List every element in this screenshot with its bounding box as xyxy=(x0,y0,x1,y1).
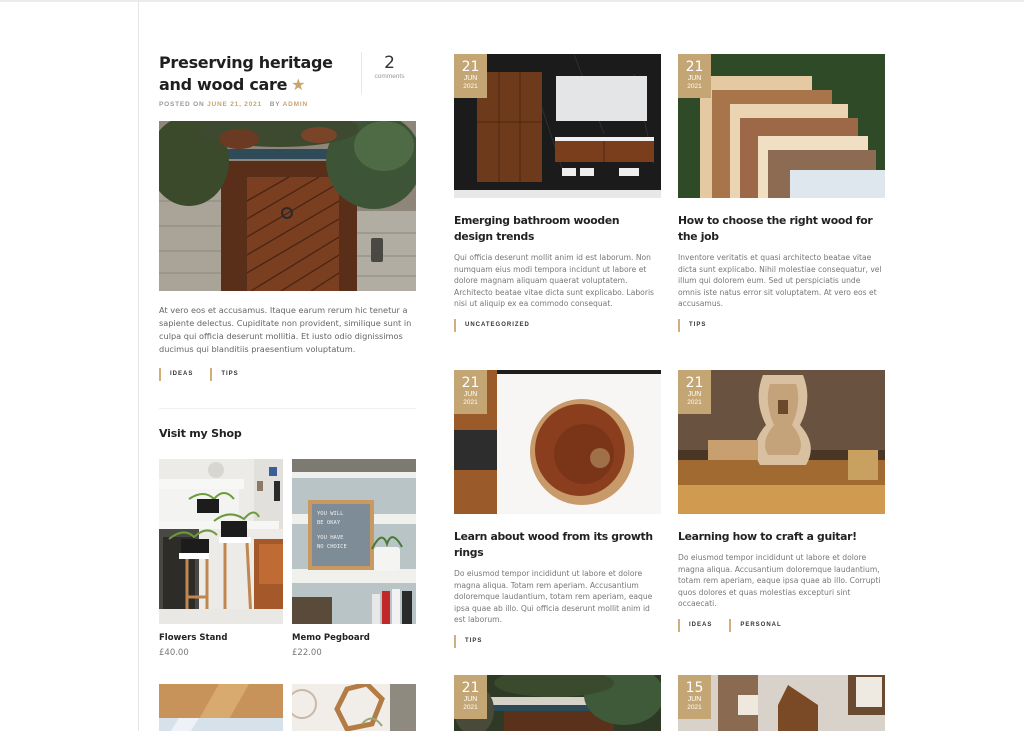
featured-post-title[interactable]: Preserving heritage and wood care ★ xyxy=(159,52,349,96)
date-badge: 21 JUN 2021 xyxy=(454,54,487,98)
section-divider xyxy=(159,408,416,409)
comments-count[interactable]: 2 comments xyxy=(361,52,417,94)
post-card: 21 JUN 2021 How to choose the right wood… xyxy=(678,54,885,332)
comments-label: comments xyxy=(374,73,405,80)
product-name[interactable]: Memo Pegboard xyxy=(292,633,416,643)
svg-text:YOU WILL: YOU WILL xyxy=(317,511,344,517)
sidebar-divider xyxy=(138,0,139,731)
tag-link[interactable]: TIPS xyxy=(454,634,491,648)
post-image[interactable]: 21 JUN 2021 xyxy=(678,370,885,514)
post-card: 21 JUN 2021 Learn about wood from its gr… xyxy=(454,370,661,648)
top-border xyxy=(0,0,1024,2)
product-image[interactable] xyxy=(159,684,283,731)
product-price: £40.00 xyxy=(159,648,189,658)
post-tags: TIPS xyxy=(678,318,885,332)
featured-post-excerpt: At vero eos et accusamus. Itaque earum r… xyxy=(159,305,412,354)
date-badge: 21 JUN 2021 xyxy=(678,370,711,414)
post-card: 15 JUN 2021 xyxy=(678,675,885,731)
post-excerpt: Do eiusmod tempor incididunt ut labore e… xyxy=(678,553,881,609)
post-image[interactable]: 15 JUN 2021 xyxy=(678,675,885,731)
post-excerpt: Qui officia deserunt mollit anim id est … xyxy=(454,253,655,309)
post-tags: UNCATEGORIZED xyxy=(454,318,661,332)
post-excerpt: Inventore veritatis et quasi architecto … xyxy=(678,253,882,309)
post-card: 21 JUN 2021 Emerging bathroom wooden des… xyxy=(454,54,661,332)
date-badge: 21 JUN 2021 xyxy=(454,370,487,414)
product-image[interactable] xyxy=(159,459,283,624)
post-excerpt: Do eiusmod tempor incididunt ut labore e… xyxy=(454,569,653,625)
tag-link[interactable]: IDEAS xyxy=(159,368,202,381)
product-image[interactable] xyxy=(292,684,416,731)
featured-post: Preserving heritage and wood care ★ 2 com… xyxy=(159,52,416,381)
star-icon: ★ xyxy=(291,75,306,94)
product-card[interactable]: YOU WILL BE OKAY YOU HAVE NO CHOICE Memo… xyxy=(292,459,416,658)
svg-text:NO CHOICE: NO CHOICE xyxy=(317,544,347,550)
product-image[interactable]: YOU WILL BE OKAY YOU HAVE NO CHOICE xyxy=(292,459,416,624)
tag-link[interactable]: TIPS xyxy=(678,318,715,332)
post-title[interactable]: Learn about wood from its growth rings xyxy=(454,529,661,561)
date-badge: 21 JUN 2021 xyxy=(454,675,487,719)
post-image[interactable]: 21 JUN 2021 xyxy=(454,54,661,198)
post-title[interactable]: Learning how to craft a guitar! xyxy=(678,529,885,545)
post-image[interactable]: 21 JUN 2021 xyxy=(454,370,661,514)
svg-text:YOU HAVE: YOU HAVE xyxy=(317,535,344,541)
post-image[interactable]: 21 JUN 2021 xyxy=(454,675,661,731)
product-price: £22.00 xyxy=(292,648,322,658)
featured-post-tags: IDEAS TIPS xyxy=(159,368,416,381)
post-meta: POSTED ON JUNE 21, 2021 BY ADMIN xyxy=(159,101,308,108)
shop-section-title: Visit my Shop xyxy=(159,427,242,440)
post-title[interactable]: How to choose the right wood for the job xyxy=(678,213,885,245)
author-link[interactable]: ADMIN xyxy=(283,101,308,108)
post-card: 21 JUN 2021 xyxy=(454,675,661,731)
product-card[interactable]: Flowers Stand £40.00 xyxy=(159,459,283,658)
post-tags: IDEAS PERSONAL xyxy=(678,618,885,632)
date-badge: 21 JUN 2021 xyxy=(678,54,711,98)
featured-post-image[interactable] xyxy=(159,121,416,291)
product-name[interactable]: Flowers Stand xyxy=(159,633,283,643)
svg-text:BE OKAY: BE OKAY xyxy=(317,520,341,526)
tag-link[interactable]: TIPS xyxy=(210,368,247,381)
comments-number: 2 xyxy=(384,53,395,73)
tag-link[interactable]: UNCATEGORIZED xyxy=(454,318,539,332)
tag-link[interactable]: PERSONAL xyxy=(729,618,790,632)
post-image[interactable]: 21 JUN 2021 xyxy=(678,54,885,198)
tag-link[interactable]: IDEAS xyxy=(678,618,721,632)
post-card: 21 JUN 2021 Learning how to craft a guit… xyxy=(678,370,885,632)
date-badge: 15 JUN 2021 xyxy=(678,675,711,719)
post-title[interactable]: Emerging bathroom wooden design trends xyxy=(454,213,661,245)
post-tags: TIPS xyxy=(454,634,661,648)
post-date-link[interactable]: JUNE 21, 2021 xyxy=(207,101,262,108)
